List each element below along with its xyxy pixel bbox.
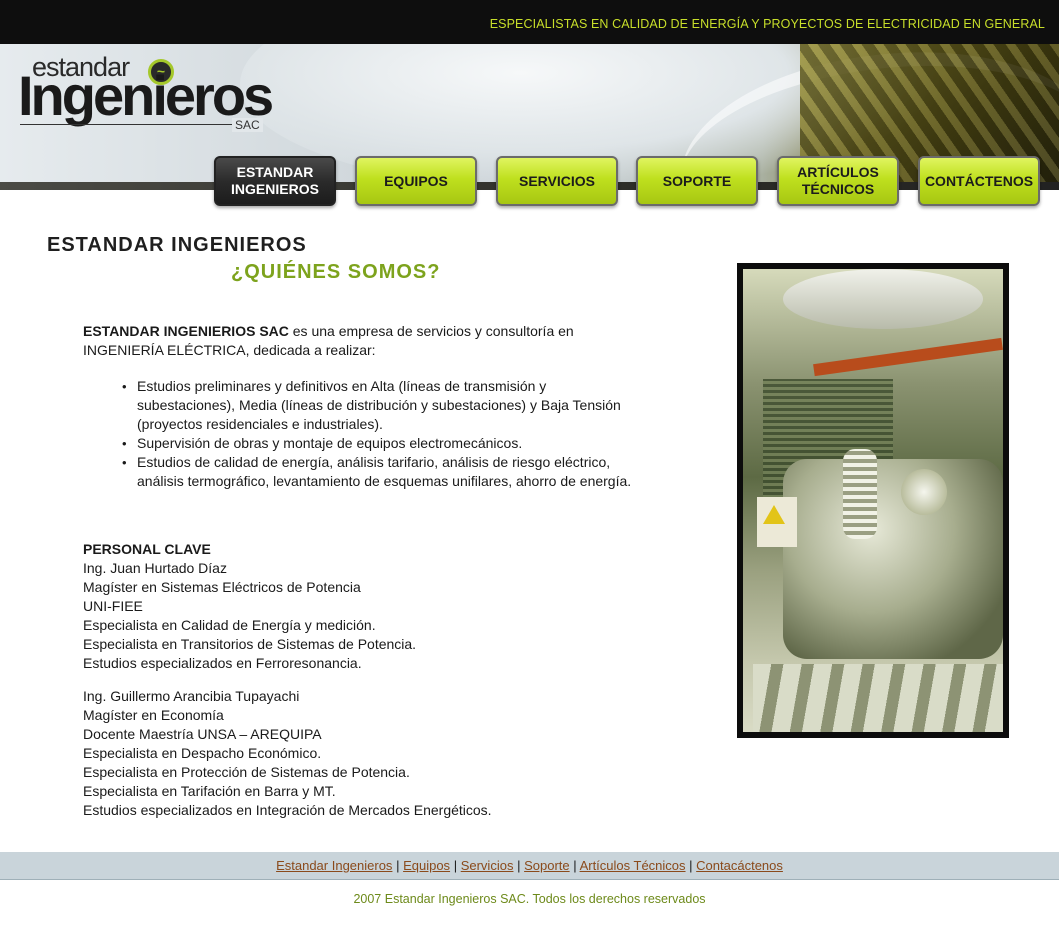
staff-member-1: Ing. Juan Hurtado Díaz Magíster en Siste… bbox=[83, 560, 417, 671]
footer-nav: Estandar Ingenieros | Equipos | Servicio… bbox=[0, 852, 1059, 880]
nav-servicios[interactable]: SERVICIOS bbox=[496, 156, 618, 206]
intro-text-line2: INGENIERÍA ELÉCTRICA, dedicada a realiza… bbox=[83, 342, 376, 358]
page-title: ESTANDAR INGENIEROS bbox=[47, 234, 307, 256]
footer-link-estandar-ingenieros[interactable]: Estandar Ingenieros bbox=[276, 858, 392, 873]
page-subtitle: ¿QUIÉNES SOMOS? bbox=[231, 261, 441, 283]
list-item: Estudios preliminares y definitivos en A… bbox=[122, 377, 683, 434]
top-bar: ESPECIALISTAS EN CALIDAD DE ENERGÍA Y PR… bbox=[0, 0, 1059, 44]
footer-link-articulos-tecnicos[interactable]: Artículos Técnicos bbox=[580, 858, 686, 873]
main-content: ESTANDAR INGENIERIOS SAC es una empresa … bbox=[83, 322, 683, 820]
warning-sign-icon bbox=[757, 497, 797, 547]
generator-photo bbox=[737, 263, 1009, 738]
copyright-text: 2007 Estandar Ingenieros SAC. Todos los … bbox=[353, 892, 706, 906]
footer-link-equipos[interactable]: Equipos bbox=[403, 858, 450, 873]
nav-articulos-tecnicos[interactable]: ARTÍCULOS TÉCNICOS bbox=[777, 156, 899, 206]
company-logo[interactable]: estandar ~ Ingenieros SAC bbox=[18, 52, 274, 132]
logo-text-sac: SAC bbox=[232, 118, 263, 132]
services-list: Estudios preliminares y definitivos en A… bbox=[83, 377, 683, 491]
site-tagline: ESPECIALISTAS EN CALIDAD DE ENERGÍA Y PR… bbox=[489, 17, 1045, 31]
company-name: ESTANDAR INGENIERIOS SAC bbox=[83, 323, 289, 339]
intro-paragraph: ESTANDAR INGENIERIOS SAC es una empresa … bbox=[83, 322, 683, 360]
nav-estandar-ingenieros[interactable]: ESTANDAR INGENIEROS bbox=[214, 156, 336, 206]
footer-link-servicios[interactable]: Servicios bbox=[461, 858, 514, 873]
nav-contactenos[interactable]: CONTÁCTENOS bbox=[918, 156, 1040, 206]
intro-text: es una empresa de servicios y consultorí… bbox=[288, 323, 574, 339]
nav-equipos[interactable]: EQUIPOS bbox=[355, 156, 477, 206]
logo-text-big: Ingenieros bbox=[18, 64, 274, 127]
list-item: Estudios de calidad de energía, análisis… bbox=[122, 453, 683, 491]
list-item: Supervisión de obras y montaje de equipo… bbox=[122, 434, 683, 453]
nav-soporte[interactable]: SOPORTE bbox=[636, 156, 758, 206]
main-nav: ESTANDAR INGENIEROS EQUIPOS SERVICIOS SO… bbox=[0, 156, 1059, 206]
staff-member-2: Ing. Guillermo Arancibia Tupayachi Magís… bbox=[83, 688, 492, 818]
staff-heading: PERSONAL CLAVE bbox=[83, 541, 211, 557]
footer-link-contactenos[interactable]: Contacáctenos bbox=[696, 858, 783, 873]
footer-link-soporte[interactable]: Soporte bbox=[524, 858, 570, 873]
